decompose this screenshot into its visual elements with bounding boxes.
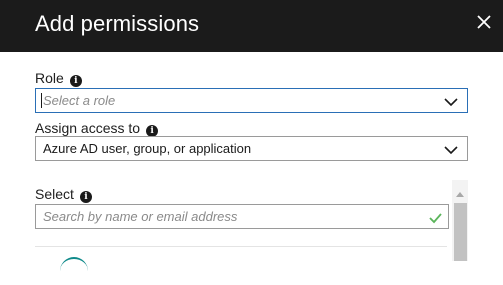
list-divider — [35, 246, 447, 247]
close-icon[interactable] — [472, 10, 496, 34]
blade-title: Add permissions — [35, 11, 200, 36]
chevron-down-icon[interactable] — [444, 143, 458, 155]
select-label-row: Select i — [35, 186, 92, 203]
search-placeholder: Search by name or email address — [43, 209, 238, 224]
role-label: Role — [35, 70, 64, 86]
info-icon[interactable]: i — [69, 75, 82, 87]
assign-label-row: Assign access to i — [35, 120, 159, 137]
role-dropdown[interactable]: Select a role — [35, 88, 468, 113]
search-input[interactable]: Search by name or email address — [35, 204, 449, 229]
info-icon[interactable]: i — [79, 191, 92, 203]
text-cursor — [41, 93, 42, 108]
assign-label: Assign access to — [35, 120, 141, 136]
avatar[interactable] — [60, 257, 88, 285]
role-placeholder: Select a role — [43, 93, 116, 108]
header-divider — [0, 51, 503, 52]
select-label: Select — [35, 186, 74, 202]
checkmark-icon — [429, 211, 442, 224]
scroll-up-icon[interactable] — [455, 185, 465, 197]
blade-header: Add permissions — [0, 0, 503, 51]
assign-value: Azure AD user, group, or application — [43, 141, 252, 156]
scrollbar-thumb[interactable] — [454, 203, 467, 261]
assign-access-dropdown[interactable]: Azure AD user, group, or application — [35, 136, 468, 161]
role-label-row: Role i — [35, 70, 82, 87]
chevron-down-icon[interactable] — [444, 95, 458, 107]
